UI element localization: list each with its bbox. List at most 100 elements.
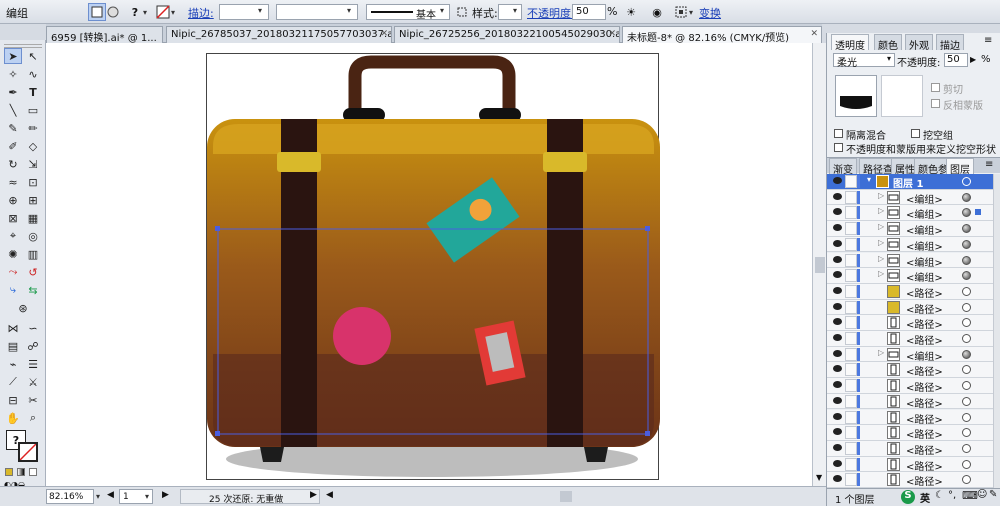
selection-handle[interactable] — [215, 226, 220, 231]
layer-row[interactable]: ▷ <编组> — [827, 189, 993, 206]
punctuation-icon[interactable]: °, — [948, 490, 956, 501]
warp-tool-icon[interactable]: ≈ — [4, 174, 22, 190]
lock-toggle[interactable] — [845, 441, 857, 455]
selection-handle[interactable] — [215, 431, 220, 436]
selection-handle[interactable] — [645, 431, 650, 436]
magic-wand-tool-icon[interactable]: ✧ — [4, 66, 22, 82]
visibility-eye-icon[interactable] — [833, 396, 842, 404]
knockout-group-checkbox[interactable] — [911, 129, 920, 138]
width-tool-icon[interactable]: ⤳ — [4, 264, 22, 280]
rotate-tool-icon[interactable]: ↻ — [4, 156, 22, 172]
visibility-eye-icon[interactable] — [833, 412, 842, 420]
user-icon[interactable]: ☺ — [977, 489, 987, 500]
layer-row[interactable]: <路径> — [827, 331, 993, 347]
free-transform-tool-icon[interactable]: ⊡ — [24, 174, 42, 190]
stroke-color-swatch[interactable] — [18, 442, 38, 462]
slice-grid-tool-icon[interactable]: ▤ — [4, 338, 22, 354]
keyboard-icon[interactable]: ⌨ — [962, 489, 978, 502]
blend-mode-dropdown[interactable]: 柔光 ▾ — [833, 53, 895, 69]
target-circle-icon[interactable] — [962, 443, 971, 453]
visibility-eye-icon[interactable] — [833, 428, 842, 436]
status-menu-icon[interactable]: ▶ — [310, 490, 317, 500]
target-circle-icon[interactable] — [962, 177, 971, 186]
artboard[interactable] — [206, 53, 660, 481]
perspective-grid-tool-icon[interactable]: ⊞ — [24, 192, 42, 208]
blob-brush-tool-icon[interactable]: ✐ — [4, 138, 22, 154]
visibility-eye-icon[interactable] — [833, 302, 842, 310]
line-tool-icon[interactable]: ╲ — [4, 102, 22, 118]
selection-handle[interactable] — [645, 226, 650, 231]
tab-document-1[interactable]: 6959 [转换].ai* @ 1... — [46, 26, 163, 43]
zoom-dropdown-icon[interactable]: ▾ — [96, 492, 100, 501]
expand-triangle-icon[interactable]: ▷ — [878, 348, 884, 357]
layer-row[interactable]: <路径> — [827, 299, 993, 316]
lock-toggle[interactable] — [845, 410, 857, 424]
brush-definition-dropdown[interactable]: 基本 ▾ — [366, 4, 450, 21]
expand-triangle-icon[interactable]: ▷ — [878, 191, 884, 200]
target-circle-icon[interactable] — [962, 365, 971, 375]
visibility-eye-icon[interactable] — [833, 459, 842, 467]
visibility-eye-icon[interactable] — [833, 475, 842, 483]
stroke-weight-dropdown-icon[interactable]: ▾ — [258, 6, 262, 15]
scissors-tool-icon[interactable]: ✂ — [24, 392, 42, 408]
expand-triangle-icon[interactable]: ▷ — [878, 238, 884, 247]
layer-row[interactable]: ▷ <编组> — [827, 236, 993, 253]
expand-triangle-icon[interactable]: ▾ — [867, 175, 871, 184]
layer-row[interactable]: <路径> — [827, 378, 993, 394]
recolor-artwork-icon[interactable]: ◉ — [648, 3, 666, 21]
visibility-eye-icon[interactable] — [833, 224, 842, 232]
visibility-eye-icon[interactable] — [833, 271, 842, 279]
tab-layers[interactable]: 图层 — [946, 158, 974, 176]
target-circle-icon[interactable] — [962, 302, 971, 312]
direct-selection-tool-icon[interactable]: ↖ — [24, 48, 42, 64]
none-mode-icon[interactable] — [29, 468, 37, 476]
eyedropper-tool-icon[interactable]: ⌖ — [4, 228, 22, 244]
suitcase-artwork[interactable] — [207, 54, 660, 481]
visibility-eye-icon[interactable] — [833, 255, 842, 263]
clip-checkbox[interactable] — [931, 83, 940, 92]
layer-row[interactable]: <路径> — [827, 315, 993, 331]
stroke-swatch-icon[interactable] — [154, 3, 172, 21]
align-caret-icon[interactable]: ▾ — [689, 8, 693, 17]
visibility-eye-icon[interactable] — [833, 349, 842, 357]
color-mode-icon[interactable] — [5, 468, 13, 476]
layer-row[interactable]: ▷ <编组> — [827, 346, 993, 363]
layer-row[interactable]: ▷ <编组> — [827, 252, 993, 269]
ime-language-icon[interactable]: 英 — [920, 490, 930, 505]
panel-menu-icon[interactable]: ≡ — [984, 35, 992, 46]
pencil-tool-icon[interactable]: ✏ — [24, 120, 42, 136]
panel-opacity-input[interactable]: 50 — [944, 53, 968, 67]
graphic-style-dropdown[interactable]: ▾ — [498, 4, 522, 20]
reshape-tool-icon[interactable]: ↺ — [24, 264, 42, 280]
shape-modes-icon[interactable]: ⊛ — [14, 300, 32, 316]
opacity-mask-thumbnail[interactable] — [881, 75, 923, 117]
layer-row[interactable]: <路径> — [827, 283, 993, 300]
tab-transparency[interactable]: 透明度 — [831, 34, 869, 52]
target-circle-icon[interactable] — [962, 412, 971, 422]
target-circle-icon[interactable] — [962, 255, 971, 265]
knife-tool-icon[interactable]: ⚔ — [24, 374, 42, 390]
visibility-eye-icon[interactable] — [833, 365, 842, 373]
lock-toggle[interactable] — [845, 222, 857, 236]
align-icon[interactable] — [672, 3, 690, 21]
paintbrush-tool-icon[interactable]: ✎ — [4, 120, 22, 136]
visibility-eye-icon[interactable] — [833, 381, 842, 389]
target-circle-icon[interactable] — [962, 224, 971, 234]
layer-row-layer-1[interactable]: ▾ 图层 1 — [827, 174, 993, 190]
opacity-link[interactable]: 不透明度: — [527, 5, 575, 21]
layer-row[interactable]: ▷ <编组> — [827, 221, 993, 237]
stroke-link[interactable]: 描边: — [188, 5, 214, 21]
lock-toggle[interactable] — [845, 253, 857, 267]
target-circle-icon[interactable] — [962, 239, 971, 249]
shape-builder-tool-icon[interactable]: ⊕ — [4, 192, 22, 208]
tab-stroke[interactable]: 描边 — [936, 34, 964, 52]
mesh-tool-icon[interactable]: ⊠ — [4, 210, 22, 226]
recolor-icon[interactable] — [104, 3, 122, 21]
warp-envelope-tool-icon[interactable]: ∽ — [24, 320, 42, 336]
tab-document-3[interactable]: Nipic_26725256_20180322100545029030.ai* … — [394, 26, 620, 43]
fill-swatch-icon[interactable]: ? — [126, 3, 144, 21]
hand-tool-icon[interactable]: ✋ — [4, 410, 22, 426]
variable-width-dropdown[interactable]: ▾ — [276, 4, 358, 20]
tab-appearance[interactable]: 外观 — [905, 34, 933, 52]
target-circle-icon[interactable] — [962, 208, 971, 218]
